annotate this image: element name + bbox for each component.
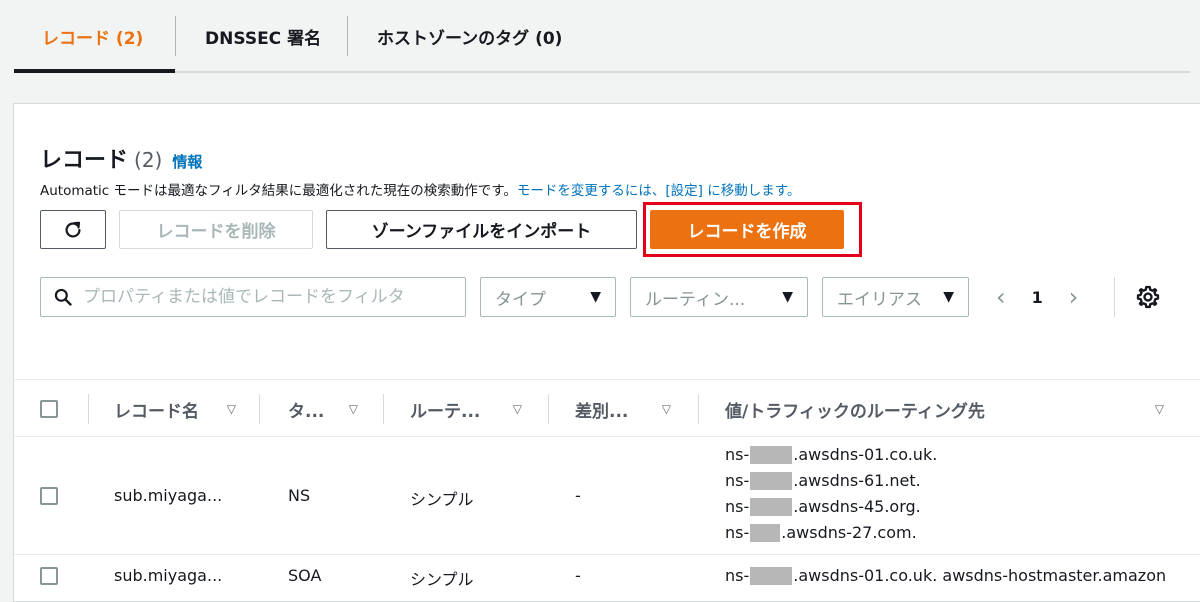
tab-bar: レコード (2) DNSSEC 署名 ホストゾーンのタグ (0) [0, 0, 1200, 74]
redacted-block [750, 498, 793, 516]
search-mode-description: Automatic モードは最適なフィルタ結果に最適化された現在の検索動作です。… [40, 179, 800, 199]
table-row[interactable]: sub.miyaga... SOA シンプル - ns- .awsdns-01.c… [14, 556, 1200, 602]
current-page[interactable]: 1 [1032, 288, 1043, 307]
value-line: ns- .awsdns-01.co.uk. [725, 442, 937, 468]
sort-icon: ▽ [226, 402, 236, 416]
routing-policy: シンプル [410, 490, 474, 509]
caret-down-icon: ▼ [590, 289, 601, 305]
search-input[interactable] [83, 287, 453, 307]
column-header-routing[interactable]: ルーテ... ▽ [410, 380, 522, 438]
tab-records-label: レコード (2) [42, 29, 144, 49]
column-header-type[interactable]: タ... ▽ [288, 380, 358, 438]
column-label: ルーテ... [410, 401, 481, 422]
gear-icon [1136, 285, 1160, 309]
column-divider [259, 394, 260, 424]
refresh-button[interactable] [40, 210, 106, 249]
select-all-checkbox[interactable] [40, 400, 58, 418]
routing-policy: シンプル [410, 570, 474, 589]
preferences-button[interactable] [1135, 284, 1161, 314]
record-type: NS [288, 486, 311, 505]
value-line: ns- .awsdns-45.org. [725, 494, 937, 520]
type-filter-label: タイプ [495, 289, 546, 310]
panel-title: レコード [40, 148, 129, 173]
type-filter-select[interactable]: タイプ ▼ [480, 277, 616, 317]
next-page-icon[interactable]: › [1069, 283, 1079, 311]
value-prefix: ns- [725, 445, 750, 464]
column-header-value[interactable]: 値/トラフィックのルーティング先 ▽ [725, 380, 1164, 438]
alias-filter-select[interactable]: エイリアス ▼ [822, 277, 969, 317]
row-checkbox[interactable] [40, 567, 58, 585]
record-filter-search[interactable] [40, 277, 466, 317]
value-prefix: ns- [725, 497, 750, 516]
column-label: レコード名 [114, 401, 199, 422]
pagination-divider [1114, 277, 1115, 317]
caret-down-icon: ▼ [782, 289, 793, 305]
redacted-block [750, 446, 793, 464]
record-name[interactable]: sub.miyaga... [114, 566, 222, 585]
row-checkbox[interactable] [40, 487, 58, 505]
column-label: 差別... [575, 401, 629, 422]
routing-filter-label: ルーティン... [645, 289, 746, 310]
differentiator: - [575, 566, 581, 585]
column-divider [383, 394, 384, 424]
record-type: SOA [288, 566, 322, 585]
value-suffix: .awsdns-01.co.uk. [793, 445, 938, 464]
value-suffix: .awsdns-61.net. [793, 471, 921, 490]
import-zone-file-button[interactable]: ゾーンファイルをインポート [326, 210, 637, 249]
record-name[interactable]: sub.miyaga... [114, 486, 222, 505]
import-zone-file-label: ゾーンファイルをインポート [371, 222, 592, 242]
column-label: 値/トラフィックのルーティング先 [725, 401, 985, 422]
caret-down-icon: ▼ [943, 289, 954, 305]
alias-filter-label: エイリアス [837, 289, 922, 310]
value-suffix: .awsdns-01.co.uk. awsdns-hostmaster.amaz… [793, 566, 1167, 585]
settings-link[interactable]: モードを変更するには、[設定] に移動します。 [517, 183, 800, 199]
value-line: ns- .awsdns-27.com. [725, 520, 937, 546]
pagination: ‹ 1 › [996, 277, 1078, 317]
record-values: ns- .awsdns-01.co.uk. ns- .awsdns-61.net. … [725, 442, 937, 546]
tab-hosted-zone-tags[interactable]: ホストゾーンのタグ (0) [349, 0, 590, 73]
column-header-differentiator[interactable]: 差別... ▽ [575, 380, 671, 438]
tab-dnssec-label: DNSSEC 署名 [205, 29, 322, 49]
column-divider [698, 394, 699, 424]
value-line: ns- .awsdns-01.co.uk. awsdns-hostmaster.a… [725, 563, 1166, 589]
delete-record-label: レコードを削除 [156, 222, 276, 242]
redacted-block [750, 524, 781, 542]
refresh-icon [65, 221, 81, 238]
tab-hosted-zone-tags-label: ホストゾーンのタグ (0) [377, 29, 563, 49]
info-link[interactable]: 情報 [172, 153, 202, 171]
routing-filter-select[interactable]: ルーティン... ▼ [630, 277, 808, 317]
tab-records[interactable]: レコード (2) [14, 0, 175, 73]
column-header-record-name[interactable]: レコード名 ▽ [114, 380, 236, 438]
table-row[interactable]: sub.miyaga... NS シンプル - ns- .awsdns-01.co… [14, 438, 1200, 555]
description-text: Automatic モードは最適なフィルタ結果に最適化された現在の検索動作です。 [40, 183, 517, 199]
highlight-annotation [643, 202, 862, 257]
records-panel: レコード (2) 情報 Automatic モードは最適なフィルタ結果に最適化された… [13, 103, 1200, 602]
value-prefix: ns- [725, 523, 750, 542]
column-divider [548, 394, 549, 424]
sort-icon: ▽ [661, 402, 671, 416]
tab-divider [175, 16, 176, 56]
sort-icon: ▽ [1154, 402, 1164, 416]
tab-divider [347, 16, 348, 56]
value-line: ns- .awsdns-61.net. [725, 468, 937, 494]
value-suffix: .awsdns-27.com. [781, 523, 917, 542]
previous-page-icon[interactable]: ‹ [996, 283, 1006, 311]
sort-icon: ▽ [348, 402, 358, 416]
search-icon [54, 288, 72, 306]
value-prefix: ns- [725, 566, 750, 585]
column-divider [88, 394, 89, 424]
table-header: レコード名 ▽ タ... ▽ ルーテ... ▽ 差別... ▽ 値/トラフィック… [14, 379, 1200, 437]
column-label: タ... [288, 401, 325, 422]
tab-dnssec[interactable]: DNSSEC 署名 [177, 0, 349, 73]
record-values: ns- .awsdns-01.co.uk. awsdns-hostmaster.a… [725, 563, 1166, 589]
page-title: レコード (2) 情報 [40, 142, 202, 174]
differentiator: - [575, 486, 581, 505]
redacted-block [750, 567, 793, 585]
value-suffix: .awsdns-45.org. [793, 497, 921, 516]
sort-icon: ▽ [512, 402, 522, 416]
record-count: (2) [134, 148, 163, 172]
redacted-block [750, 472, 793, 490]
value-prefix: ns- [725, 471, 750, 490]
delete-record-button[interactable]: レコードを削除 [119, 210, 313, 249]
